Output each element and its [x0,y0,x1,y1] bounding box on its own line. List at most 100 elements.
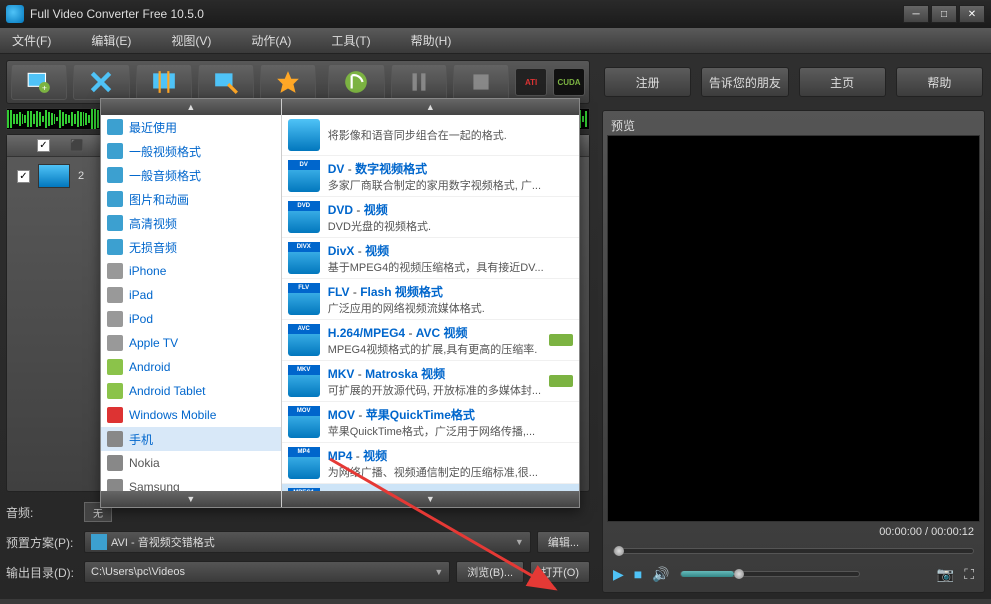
category-item[interactable]: 高清视频 [101,211,281,235]
audio-label: 音频: [6,504,78,521]
format-title: MOV - 苹果QuickTime格式 [328,406,573,423]
format-item[interactable]: DV DV - 数字视频格式多家厂商联合制定的家用数字视频格式, 广... [282,156,579,197]
format-item[interactable]: DIVXDivX - 视频基于MPEG4的视频压缩格式，具有接近DV... [282,238,579,279]
category-item[interactable]: 图片和动画 [101,187,281,211]
category-item[interactable]: Apple TV [101,331,281,355]
clip-button[interactable] [136,64,192,100]
category-icon [107,335,123,351]
stop-playback-button[interactable]: ■ [634,566,642,582]
stop-button[interactable] [453,64,509,100]
format-item[interactable]: 将影像和语音同步组合在一起的格式. [282,115,579,156]
help-button[interactable]: 帮助 [896,67,983,97]
seek-slider[interactable] [613,548,974,554]
format-item[interactable]: MOV MOV - 苹果QuickTime格式苹果QuickTime格式，广泛用于… [282,402,579,443]
gpu-badge-icon [549,375,573,387]
category-item[interactable]: iPad [101,283,281,307]
category-item[interactable]: Windows Mobile [101,403,281,427]
format-item[interactable]: MKV MKV - Matroska 视频可扩展的开放源代码, 开放标准的多媒体封… [282,361,579,402]
category-item[interactable]: 最近使用 [101,115,281,139]
volume-icon[interactable]: 🔊 [652,566,669,583]
preset-dropdown[interactable]: AVI - 音视频交错格式 ▼ [84,531,531,553]
category-item[interactable]: Nokia [101,451,281,475]
scroll-down-button[interactable]: ▼ [101,491,281,507]
pause-button[interactable] [391,64,447,100]
format-icon: MOV [288,406,320,438]
menu-view[interactable]: 视图(V) [171,32,211,49]
format-item[interactable]: MPEG1MPEG-1 - 视频 [282,484,579,491]
format-desc: 多家厂商联合制定的家用数字视频格式, 广... [328,177,573,193]
file-checkbox[interactable]: ✓ [17,170,30,183]
preview-video[interactable] [607,135,980,522]
ati-badge-icon: ATI [515,68,547,96]
category-item[interactable]: 一般视频格式 [101,139,281,163]
play-button[interactable]: ▶ [613,566,624,583]
menu-help[interactable]: 帮助(H) [411,32,452,49]
convert-button[interactable] [328,64,384,100]
register-button[interactable]: 注册 [604,67,691,97]
format-item[interactable]: DVDDVD - 视频DVD光盘的视频格式. [282,197,579,238]
category-label: Android [129,360,170,374]
format-desc: MPEG4视频格式的扩展,具有更高的压缩率. [328,341,541,357]
scroll-up-button[interactable]: ▲ [282,99,579,115]
output-path-field[interactable]: C:\Users\pc\Videos ▼ [84,561,450,583]
scroll-down-button[interactable]: ▼ [282,491,579,507]
tell-friends-button[interactable]: 告诉您的朋友 [701,67,788,97]
menu-edit[interactable]: 编辑(E) [91,32,131,49]
file-thumbnail-icon [38,164,70,188]
format-title: MP4 - 视频 [328,447,573,464]
chevron-down-icon: ▼ [434,567,443,577]
effects-button[interactable] [260,64,316,100]
add-file-button[interactable]: + [11,64,67,100]
scroll-up-button[interactable]: ▲ [101,99,281,115]
snapshot-button[interactable]: 📷 [937,566,954,583]
category-item[interactable]: 一般音频格式 [101,163,281,187]
maximize-button[interactable]: □ [931,5,957,23]
format-popup: ▲ 最近使用一般视频格式一般音频格式图片和动画高清视频无损音频iPhoneiPa… [100,98,580,508]
format-title: DV - 数字视频格式 [328,160,573,177]
category-item[interactable]: Samsung [101,475,281,491]
edit-button[interactable] [198,64,254,100]
category-label: iPod [129,312,153,326]
format-desc: 苹果QuickTime格式，广泛用于网络传播,... [328,423,573,439]
format-icon: MKV [288,365,320,397]
category-item[interactable]: 无损音频 [101,235,281,259]
category-icon [107,455,123,471]
menu-action[interactable]: 动作(A) [251,32,291,49]
menu-file[interactable]: 文件(F) [12,32,51,49]
format-title: DVD - 视频 [328,201,573,218]
remove-button[interactable] [73,64,129,100]
format-desc: 可扩展的开放源代码, 开放标准的多媒体封... [328,382,541,398]
category-item[interactable]: iPhone [101,259,281,283]
browse-button[interactable]: 浏览(B)... [456,561,524,583]
category-item[interactable]: iPod [101,307,281,331]
minimize-button[interactable]: ─ [903,5,929,23]
format-icon: DV [288,160,320,192]
volume-slider[interactable] [680,571,860,577]
menu-tools[interactable]: 工具(T) [331,32,370,49]
category-icon [107,143,123,159]
category-item[interactable]: Android Tablet [101,379,281,403]
format-desc: 为网络广播、视频通信制定的压缩标准,很... [328,464,573,480]
preview-panel: 预览 00:00:00 / 00:00:12 ▶ ■ 🔊 📷 ⛶ [602,110,985,593]
category-label: 高清视频 [129,215,177,232]
preset-edit-button[interactable]: 编辑... [537,531,590,553]
gpu-badge-icon [549,334,573,346]
category-item[interactable]: Android [101,355,281,379]
format-item[interactable]: FLVFLV - Flash 视频格式广泛应用的网络视频流媒体格式. [282,279,579,320]
category-label: 最近使用 [129,119,177,136]
fullscreen-button[interactable]: ⛶ [964,566,974,583]
format-item[interactable]: AVCH.264/MPEG4 - AVC 视频MPEG4视频格式的扩展,具有更高… [282,320,579,361]
select-all-checkbox[interactable]: ✓ [37,139,50,152]
open-button[interactable]: 打开(O) [530,561,590,583]
category-item[interactable]: 手机 [101,427,281,451]
homepage-button[interactable]: 主页 [799,67,886,97]
svg-text:+: + [42,83,47,93]
category-label: Android Tablet [129,384,206,398]
format-desc: 广泛应用的网络视频流媒体格式. [328,300,573,316]
format-title: MKV - Matroska 视频 [328,365,541,382]
format-desc: 将影像和语音同步组合在一起的格式. [328,127,573,143]
format-item[interactable]: MP4MP4 - 视频为网络广播、视频通信制定的压缩标准,很... [282,443,579,484]
format-title: FLV - Flash 视频格式 [328,283,573,300]
category-icon [107,431,123,447]
close-button[interactable]: ✕ [959,5,985,23]
